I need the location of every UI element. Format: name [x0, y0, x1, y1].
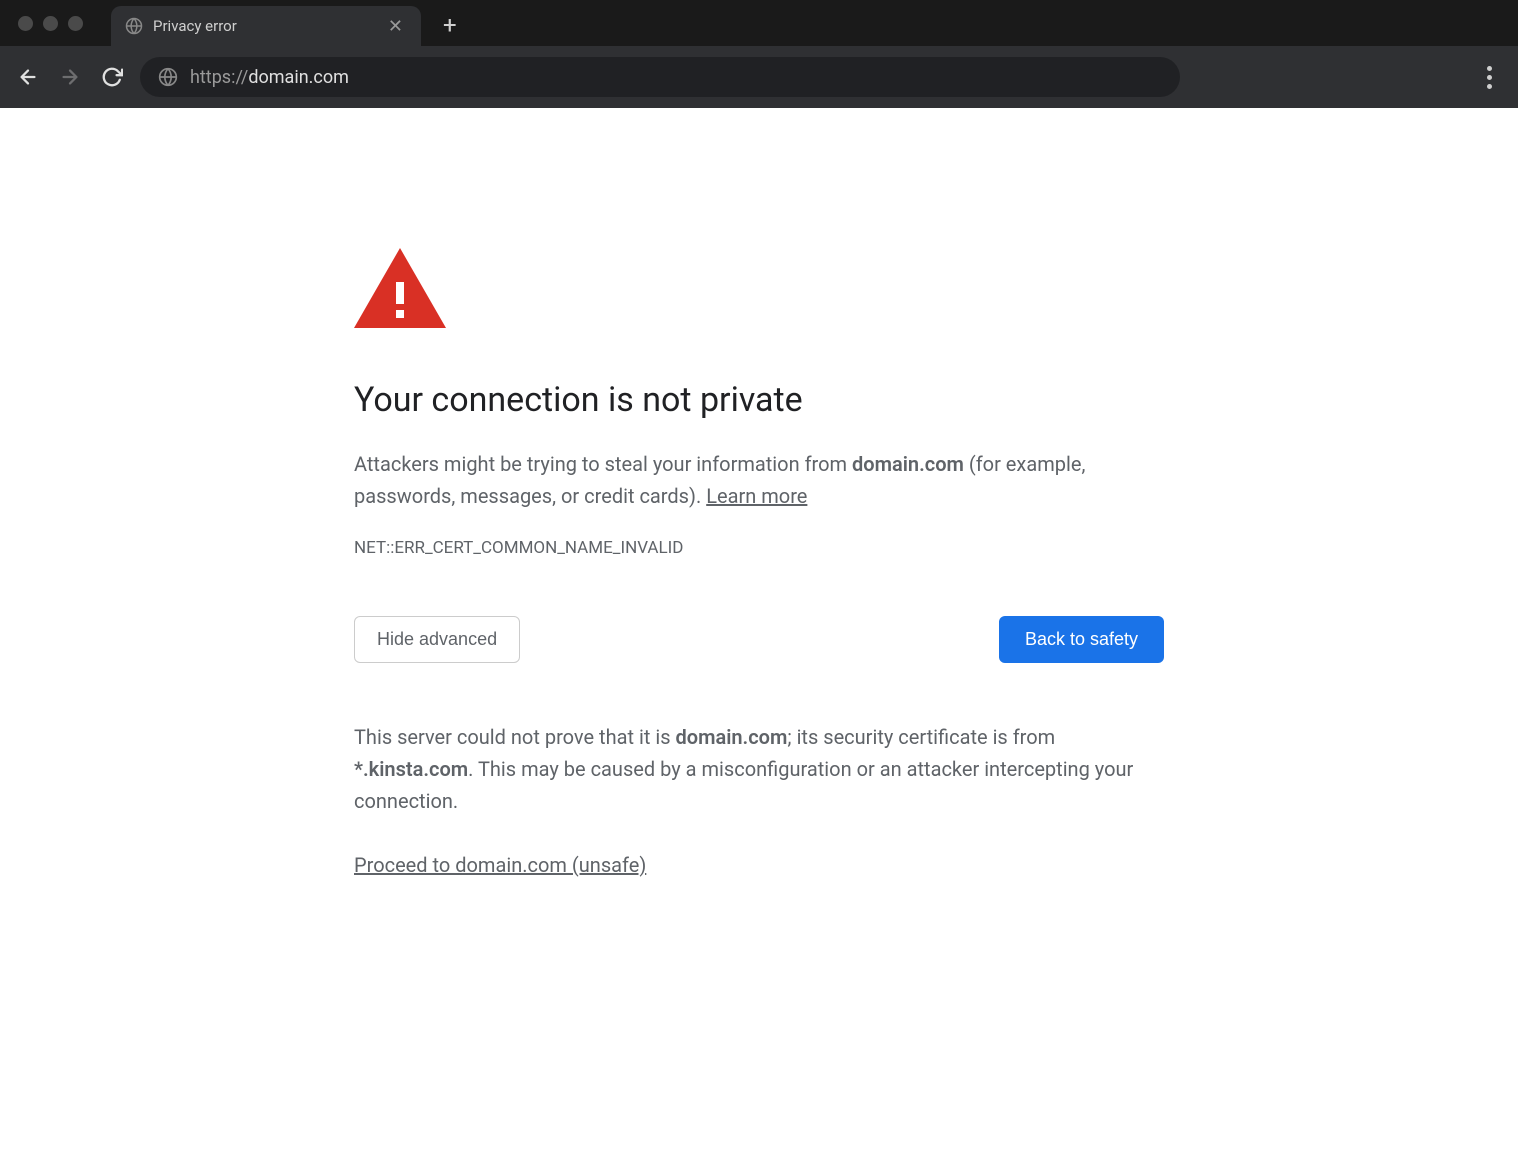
back-to-safety-button[interactable]: Back to safety	[999, 616, 1164, 663]
tab-bar: Privacy error ✕ +	[0, 0, 1518, 46]
window-close-button[interactable]	[18, 16, 33, 31]
url-text: https://domain.com	[190, 67, 349, 88]
reload-button[interactable]	[98, 63, 126, 91]
browser-menu-button[interactable]	[1475, 60, 1504, 95]
new-tab-button[interactable]: +	[429, 7, 471, 43]
proceed-unsafe-link[interactable]: Proceed to domain.com (unsafe)	[354, 853, 646, 877]
back-button[interactable]	[14, 63, 42, 91]
error-domain: domain.com	[852, 452, 964, 476]
browser-tab[interactable]: Privacy error ✕	[111, 6, 421, 46]
error-container: Your connection is not private Attackers…	[354, 248, 1164, 877]
page-content: Your connection is not private Attackers…	[0, 108, 1518, 877]
browser-chrome: Privacy error ✕ +	[0, 0, 1518, 108]
error-heading: Your connection is not private	[354, 380, 1164, 420]
forward-button[interactable]	[56, 63, 84, 91]
button-row: Hide advanced Back to safety	[354, 616, 1164, 663]
window-maximize-button[interactable]	[68, 16, 83, 31]
globe-icon	[125, 17, 143, 35]
error-code: NET::ERR_CERT_COMMON_NAME_INVALID	[354, 538, 1164, 558]
url-domain: domain.com	[248, 67, 349, 88]
window-minimize-button[interactable]	[43, 16, 58, 31]
warning-triangle-icon	[354, 248, 1164, 332]
window-controls	[12, 16, 83, 31]
address-bar[interactable]: https://domain.com	[140, 57, 1180, 97]
advanced-explanation: This server could not prove that it is d…	[354, 721, 1164, 817]
error-description: Attackers might be trying to steal your …	[354, 448, 1164, 512]
learn-more-link[interactable]: Learn more	[706, 484, 807, 508]
close-icon[interactable]: ✕	[384, 14, 407, 39]
tab-title: Privacy error	[153, 17, 374, 35]
url-protocol: https://	[190, 67, 248, 88]
globe-icon	[158, 67, 178, 87]
toolbar: https://domain.com	[0, 46, 1518, 108]
hide-advanced-button[interactable]: Hide advanced	[354, 616, 520, 663]
